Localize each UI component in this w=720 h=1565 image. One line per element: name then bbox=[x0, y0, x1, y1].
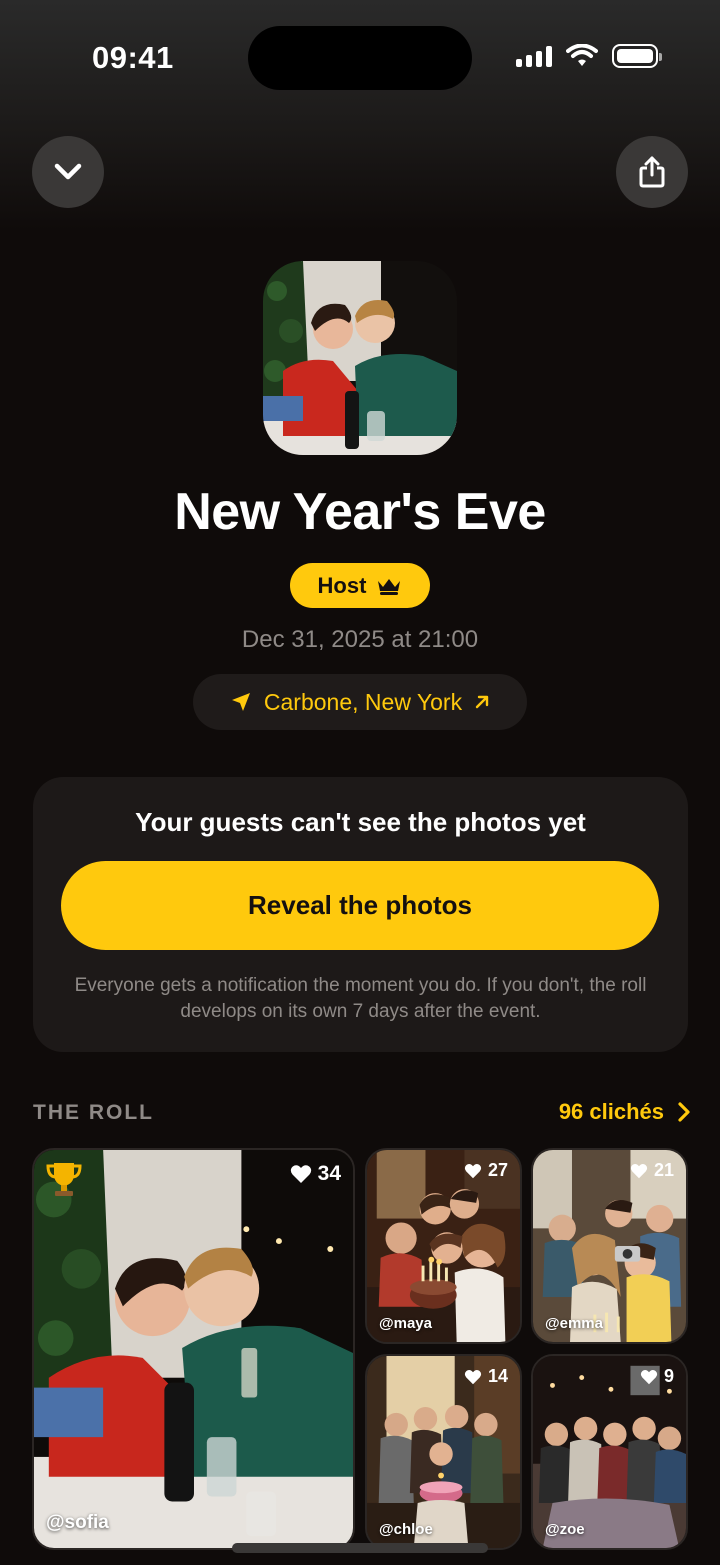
battery-icon bbox=[612, 44, 662, 68]
photo-author-handle: @chloe bbox=[379, 1521, 433, 1538]
location-label: Carbone, New York bbox=[263, 688, 463, 715]
status-time: 09:41 bbox=[92, 40, 174, 75]
reveal-card-title: Your guests can't see the photos yet bbox=[135, 807, 586, 837]
event-title: New Year's Eve bbox=[174, 483, 546, 541]
crown-icon bbox=[378, 578, 401, 595]
like-count[interactable]: 9 bbox=[640, 1366, 674, 1387]
heart-icon bbox=[464, 1369, 482, 1384]
heart-icon bbox=[290, 1165, 311, 1183]
heart-icon bbox=[464, 1163, 482, 1178]
photo-author-handle: @emma bbox=[545, 1315, 603, 1332]
home-indicator bbox=[232, 1543, 488, 1553]
heart-icon bbox=[640, 1369, 658, 1384]
arrow-up-right-icon bbox=[475, 695, 489, 709]
location-arrow-icon bbox=[231, 693, 250, 711]
like-count[interactable]: 14 bbox=[464, 1366, 508, 1387]
event-cover-photo bbox=[263, 261, 457, 455]
chevron-right-icon bbox=[678, 1102, 690, 1122]
location-link[interactable]: Carbone, New York bbox=[193, 674, 527, 730]
host-badge-label: Host bbox=[317, 572, 367, 598]
share-icon bbox=[639, 156, 665, 188]
collapse-button[interactable] bbox=[32, 136, 104, 208]
like-count-value: 27 bbox=[487, 1160, 508, 1180]
party-photo-image bbox=[34, 1150, 353, 1548]
reveal-photos-button[interactable]: Reveal the photos bbox=[61, 861, 659, 950]
roll-count-link[interactable]: 96 clichés bbox=[559, 1099, 690, 1125]
host-badge: Host bbox=[290, 563, 430, 608]
trophy-icon bbox=[46, 1163, 82, 1196]
dynamic-island bbox=[248, 26, 472, 90]
wifi-icon bbox=[566, 44, 598, 66]
roll-count-label: 96 clichés bbox=[558, 1099, 664, 1124]
status-icons bbox=[516, 44, 662, 68]
roll-heading: THE ROLL bbox=[33, 1101, 154, 1124]
photo-author-handle: @sofia bbox=[46, 1512, 109, 1533]
photo-author-handle: @maya bbox=[379, 1315, 432, 1332]
like-count-value: 34 bbox=[317, 1162, 341, 1185]
roll-photo[interactable]: 14 @chloe bbox=[365, 1354, 522, 1550]
roll-photo[interactable]: 27 @maya bbox=[365, 1148, 522, 1344]
like-count-value: 21 bbox=[653, 1160, 674, 1180]
chevron-down-icon bbox=[54, 163, 82, 180]
like-count[interactable]: 27 bbox=[464, 1160, 508, 1181]
roll-photo[interactable]: 21 @emma bbox=[531, 1148, 688, 1344]
roll-photo[interactable]: 9 @zoe bbox=[531, 1354, 688, 1550]
photo-author-handle: @zoe bbox=[545, 1521, 585, 1538]
roll-photo[interactable]: 34 @sofia bbox=[32, 1148, 355, 1550]
heart-icon bbox=[630, 1163, 648, 1178]
reveal-card: Your guests can't see the photos yet Rev… bbox=[33, 777, 688, 1052]
event-date: Dec 31, 2025 at 21:00 bbox=[241, 626, 479, 653]
like-count-value: 9 bbox=[663, 1366, 674, 1386]
cellular-signal-icon bbox=[516, 45, 552, 67]
like-count[interactable]: 21 bbox=[630, 1160, 674, 1181]
reveal-description: Everyone gets a notification the moment … bbox=[74, 975, 647, 1022]
share-button[interactable] bbox=[616, 136, 688, 208]
like-count[interactable]: 34 bbox=[290, 1162, 341, 1186]
like-count-value: 14 bbox=[487, 1366, 508, 1386]
